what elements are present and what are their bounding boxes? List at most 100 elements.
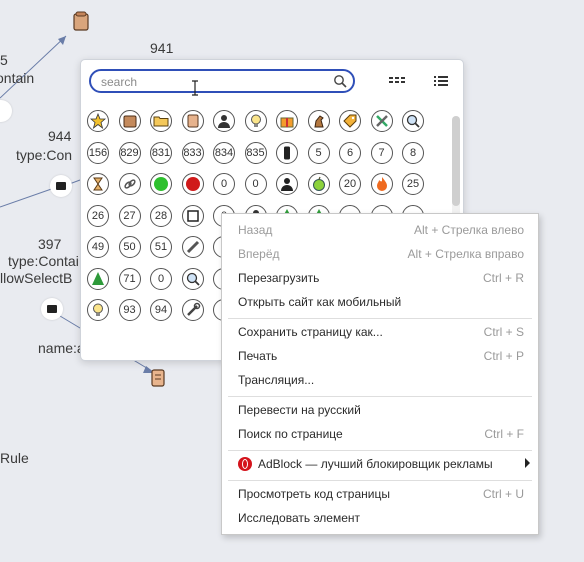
icon-option[interactable]: 5 bbox=[307, 141, 332, 166]
menu-item-label: Исследовать элемент bbox=[238, 511, 361, 525]
icon-option[interactable] bbox=[276, 173, 300, 197]
menu-separator bbox=[228, 318, 532, 319]
num-icon: 156 bbox=[87, 141, 109, 164]
icon-option[interactable]: 6 bbox=[339, 141, 363, 166]
icon-option[interactable]: 8 bbox=[402, 141, 426, 166]
wrench-icon bbox=[181, 299, 204, 321]
icon-option[interactable] bbox=[181, 267, 206, 292]
graph-node[interactable] bbox=[50, 175, 72, 197]
grid-view-icon[interactable] bbox=[387, 73, 407, 89]
icon-option[interactable]: 27 bbox=[118, 204, 143, 229]
num-icon: 94 bbox=[150, 299, 172, 321]
num-icon: 833 bbox=[181, 141, 204, 164]
icon-option[interactable] bbox=[87, 299, 111, 323]
menu-item-print[interactable]: Печать Ctrl + P bbox=[222, 344, 538, 368]
menu-item-shortcut: Alt + Стрелка влево bbox=[413, 223, 524, 237]
icon-option[interactable] bbox=[118, 173, 143, 197]
num-icon: 0 bbox=[150, 267, 172, 290]
icon-option[interactable] bbox=[370, 173, 395, 197]
icon-option[interactable] bbox=[87, 267, 111, 292]
num-icon: 8 bbox=[402, 141, 424, 164]
icon-option[interactable]: 833 bbox=[181, 141, 206, 166]
icon-option[interactable] bbox=[150, 173, 174, 197]
num-icon: 6 bbox=[339, 141, 361, 164]
tag-icon bbox=[339, 110, 361, 132]
scroll-icon[interactable] bbox=[149, 367, 167, 389]
graph-label: type:Con bbox=[16, 147, 73, 163]
tools-icon bbox=[370, 110, 393, 132]
icon-option[interactable]: 49 bbox=[87, 236, 111, 260]
num-icon: 834 bbox=[213, 141, 235, 164]
icon-option[interactable]: 834 bbox=[213, 141, 237, 166]
menu-item-find[interactable]: Поиск по странице Ctrl + F bbox=[222, 422, 538, 446]
icon-option[interactable] bbox=[87, 173, 111, 197]
num-icon: 28 bbox=[150, 204, 172, 227]
icon-option[interactable] bbox=[87, 110, 111, 134]
icon-option[interactable]: 0 bbox=[244, 173, 269, 197]
icon-option[interactable] bbox=[213, 110, 237, 134]
icon-option[interactable] bbox=[276, 141, 300, 166]
icon-option[interactable]: 20 bbox=[339, 173, 363, 197]
icon-option[interactable] bbox=[181, 236, 206, 260]
menu-item-forward[interactable]: Вперёд Alt + Стрелка вправо bbox=[222, 242, 538, 266]
scroll-icon[interactable] bbox=[72, 11, 90, 33]
icon-option[interactable] bbox=[181, 204, 206, 229]
scroll-icon bbox=[181, 110, 204, 132]
scrollbar-thumb[interactable] bbox=[452, 116, 460, 206]
icon-option[interactable]: 835 bbox=[244, 141, 269, 166]
icon-option[interactable]: 28 bbox=[150, 204, 174, 229]
list-view-icon[interactable] bbox=[431, 73, 451, 89]
chain-icon bbox=[118, 173, 141, 195]
num-icon: 93 bbox=[118, 299, 141, 321]
icon-option[interactable] bbox=[402, 110, 426, 134]
menu-item-back[interactable]: Назад Alt + Стрелка влево bbox=[222, 218, 538, 242]
submenu-arrow-icon bbox=[525, 458, 530, 468]
icon-option[interactable] bbox=[370, 110, 395, 134]
icon-option[interactable]: 25 bbox=[402, 173, 426, 197]
horse-icon bbox=[307, 110, 330, 132]
num-icon: 0 bbox=[213, 173, 235, 195]
container-icon bbox=[56, 182, 66, 190]
icon-option[interactable]: 26 bbox=[87, 204, 111, 229]
icon-option[interactable]: 93 bbox=[118, 299, 143, 323]
menu-item-translate[interactable]: Перевести на русский bbox=[222, 398, 538, 422]
icon-option[interactable]: 156 bbox=[87, 141, 111, 166]
menu-item-shortcut: Ctrl + S bbox=[483, 325, 524, 339]
icon-option[interactable]: 50 bbox=[118, 236, 143, 260]
icon-option[interactable]: 831 bbox=[150, 141, 174, 166]
icon-option[interactable] bbox=[118, 110, 143, 134]
menu-item-cast[interactable]: Трансляция... bbox=[222, 368, 538, 392]
menu-item-view-source[interactable]: Просмотреть код страницы Ctrl + U bbox=[222, 482, 538, 506]
icon-option[interactable] bbox=[181, 110, 206, 134]
icon-option[interactable] bbox=[276, 110, 300, 134]
menu-item-adblock[interactable]: AdBlock — лучший блокировщик рекламы bbox=[222, 452, 538, 476]
icon-option[interactable] bbox=[244, 110, 269, 134]
icon-option[interactable] bbox=[307, 110, 332, 134]
menu-item-inspect[interactable]: Исследовать элемент bbox=[222, 506, 538, 530]
search-icon[interactable] bbox=[333, 74, 347, 88]
icon-option[interactable]: 51 bbox=[150, 236, 174, 260]
menu-separator bbox=[228, 396, 532, 397]
menu-item-shortcut: Ctrl + P bbox=[483, 349, 524, 363]
menu-item-reload[interactable]: Перезагрузить Ctrl + R bbox=[222, 266, 538, 290]
icon-option[interactable] bbox=[307, 173, 332, 197]
num-icon: 829 bbox=[118, 141, 141, 164]
icon-option[interactable]: 7 bbox=[370, 141, 395, 166]
search-field[interactable] bbox=[89, 69, 355, 93]
icon-option[interactable] bbox=[339, 110, 363, 134]
icon-option[interactable] bbox=[150, 110, 174, 134]
icon-option[interactable]: 71 bbox=[118, 267, 143, 292]
menu-item-label: Открыть сайт как мобильный bbox=[238, 295, 402, 309]
icon-option[interactable]: 0 bbox=[213, 173, 237, 197]
graph-label: 941 bbox=[150, 40, 174, 56]
menu-item-save-page[interactable]: Сохранить страницу как... Ctrl + S bbox=[222, 320, 538, 344]
graph-label: 5 bbox=[0, 52, 8, 68]
graph-node[interactable] bbox=[41, 298, 63, 320]
icon-option[interactable] bbox=[181, 299, 206, 323]
menu-item-mobile-view[interactable]: Открыть сайт как мобильный bbox=[222, 290, 538, 314]
icon-option[interactable]: 829 bbox=[118, 141, 143, 166]
search-input[interactable] bbox=[99, 73, 333, 91]
icon-option[interactable]: 94 bbox=[150, 299, 174, 323]
icon-option[interactable] bbox=[181, 173, 206, 197]
icon-option[interactable]: 0 bbox=[150, 267, 174, 292]
